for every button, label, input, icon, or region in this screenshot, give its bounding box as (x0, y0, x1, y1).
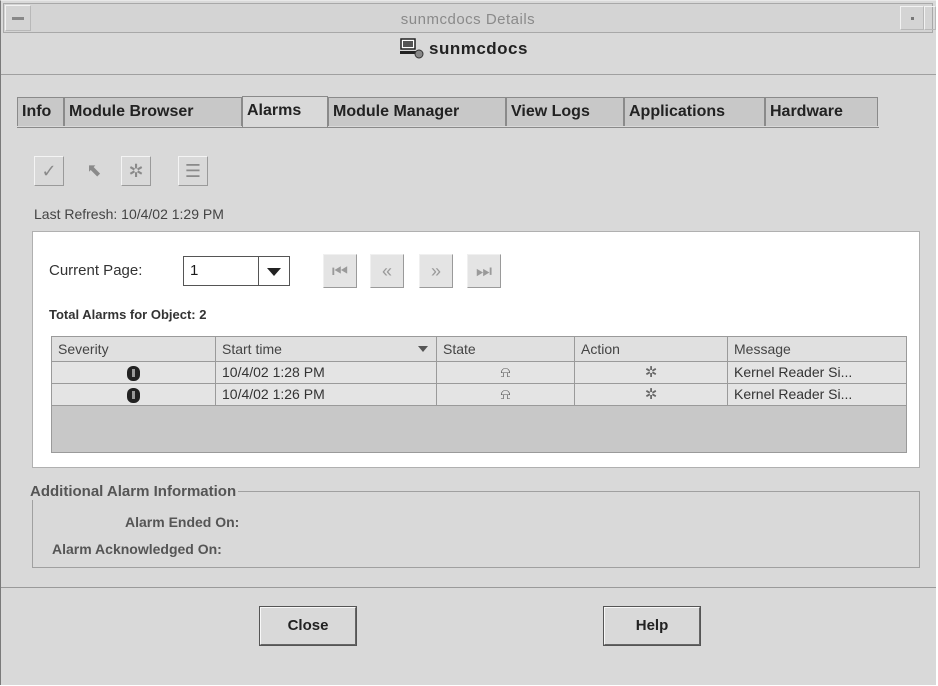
current-page-label: Current Page: (49, 262, 143, 279)
acknowledge-alarm-button[interactable]: ✓ (34, 156, 64, 186)
column-chooser-button[interactable]: ☰ (178, 156, 208, 186)
tab-view-logs[interactable]: View Logs (506, 97, 624, 126)
title-bar[interactable]: sunmcdocs Details (3, 3, 936, 33)
details-window: sunmcdocs Details sunmcdocs Info Module … (0, 0, 936, 685)
minimize-button[interactable] (900, 6, 924, 30)
fix-action-icon[interactable]: ✲ (645, 364, 658, 381)
column-header-state[interactable]: State (437, 337, 575, 361)
severity-cell (52, 362, 216, 383)
delete-alarm-button[interactable]: ⬉ (79, 156, 109, 186)
table-header: Severity Start time State Action Message (52, 337, 906, 362)
alarms-panel: Current Page: 1 ⏮ « » ⏭ Total Alarms for… (32, 231, 920, 468)
column-header-start-time-label: Start time (222, 341, 282, 357)
table-row[interactable]: 10/4/02 1:28 PM ⍾ ✲ Kernel Reader Si... (52, 362, 906, 384)
sort-descending-icon (418, 346, 428, 352)
last-page-button[interactable]: ⏭ (467, 254, 501, 288)
severity-cell (52, 384, 216, 405)
fix-alarm-button[interactable]: ✲ (121, 156, 151, 186)
action-cell: ✲ (575, 384, 728, 405)
next-page-button[interactable]: » (419, 254, 453, 288)
alarm-acknowledged-label: Alarm Acknowledged On: (52, 541, 222, 557)
current-page-value: 1 (190, 262, 199, 279)
tab-divider (17, 127, 879, 128)
critical-severity-icon (127, 365, 140, 381)
help-button[interactable]: Help (603, 606, 701, 646)
column-header-severity[interactable]: Severity (52, 337, 216, 361)
host-name: sunmcdocs (429, 39, 528, 58)
state-cell: ⍾ (437, 362, 575, 383)
tab-info[interactable]: Info (17, 97, 64, 126)
host-icon (400, 38, 424, 59)
message-cell: Kernel Reader Si... (734, 364, 853, 380)
tab-applications[interactable]: Applications (624, 97, 765, 126)
column-header-start-time[interactable]: Start time (216, 337, 437, 361)
first-page-button[interactable]: ⏮ (323, 254, 357, 288)
bell-icon: ⍾ (500, 386, 511, 403)
tab-module-manager[interactable]: Module Manager (328, 97, 506, 126)
next-page-icon: » (430, 261, 441, 281)
start-time-cell: 10/4/02 1:26 PM (216, 384, 437, 405)
maximize-button[interactable] (924, 6, 936, 30)
action-cell: ✲ (575, 362, 728, 383)
table-row[interactable]: 10/4/02 1:26 PM ⍾ ✲ Kernel Reader Si... (52, 384, 906, 406)
alarms-table: Severity Start time State Action Message… (51, 336, 907, 453)
first-page-icon: ⏮ (331, 261, 349, 281)
last-refresh-text: Last Refresh: 10/4/02 1:29 PM (34, 206, 224, 222)
critical-severity-icon (127, 387, 140, 403)
column-chooser-icon: ☰ (184, 161, 202, 181)
prev-page-icon: « (381, 261, 392, 281)
state-cell: ⍾ (437, 384, 575, 405)
button-separator (1, 587, 936, 588)
message-cell: Kernel Reader Si... (734, 386, 853, 402)
total-alarms-label: Total Alarms for Object: 2 (49, 307, 207, 322)
prev-page-button[interactable]: « (370, 254, 404, 288)
delete-alarm-icon: ⬉ (86, 160, 102, 180)
fix-alarm-icon: ✲ (128, 161, 144, 181)
bell-icon: ⍾ (500, 364, 511, 381)
tab-hardware[interactable]: Hardware (765, 97, 878, 126)
current-page-select[interactable]: 1 (183, 256, 290, 286)
tab-module-browser[interactable]: Module Browser (64, 97, 242, 126)
tab-alarms[interactable]: Alarms (242, 96, 328, 127)
acknowledge-alarm-icon: ✓ (41, 161, 57, 181)
last-page-icon: ⏭ (475, 261, 493, 281)
close-button[interactable]: Close (259, 606, 357, 646)
window-title: sunmcdocs Details (400, 11, 536, 28)
column-header-action[interactable]: Action (575, 337, 728, 361)
fix-action-icon[interactable]: ✲ (645, 386, 658, 403)
column-header-message[interactable]: Message (728, 337, 906, 361)
alarm-ended-label: Alarm Ended On: (125, 514, 240, 530)
chevron-down-icon[interactable] (258, 257, 289, 285)
additional-info-title: Additional Alarm Information (28, 483, 239, 500)
object-header: sunmcdocs (1, 34, 936, 75)
start-time-cell: 10/4/02 1:28 PM (216, 362, 437, 383)
